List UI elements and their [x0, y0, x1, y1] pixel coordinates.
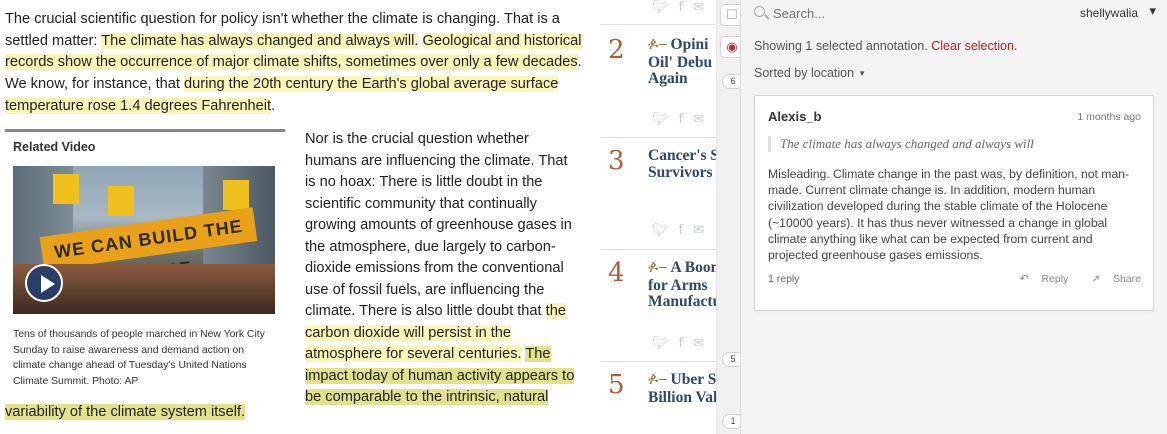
selection-text: Showing 1 selected annotation. — [754, 39, 928, 53]
facebook-icon[interactable]: f — [679, 112, 684, 127]
reply-icon: ↶ — [1019, 273, 1029, 285]
text: Nor is the crucial question whether huma… — [305, 131, 572, 319]
annotation-highlight[interactable]: The climate has always changed and alway… — [101, 32, 419, 49]
search-input[interactable] — [773, 4, 953, 22]
video-thumbnail[interactable]: WE CAN BUILD THE FUTURE — [13, 166, 275, 314]
email-icon[interactable]: ✉ — [693, 0, 704, 15]
text: . — [271, 97, 276, 114]
play-icon[interactable] — [25, 264, 63, 302]
sort-label: Sorted by location — [754, 66, 855, 80]
facebook-icon[interactable]: f — [679, 336, 684, 351]
share-label: Share — [1112, 273, 1141, 285]
caret-down-icon: ▼ — [858, 69, 866, 79]
annotation-card[interactable]: Alexis_b 1 months ago The climate has al… — [754, 95, 1154, 311]
flag-image — [223, 180, 249, 210]
user-menu[interactable]: shellywalia — [1080, 6, 1138, 20]
reply-button[interactable]: ↶ Reply — [1010, 273, 1069, 285]
annotation-highlight-selected[interactable]: variability of the climate system itself… — [5, 404, 246, 420]
related-video: Related Video — [5, 129, 285, 154]
facebook-icon[interactable]: f — [679, 223, 684, 238]
sort-dropdown[interactable]: Sorted by location ▼ — [754, 66, 866, 80]
article-paragraph-1: The crucial scientific question for poli… — [5, 9, 583, 118]
email-icon[interactable]: ✉ — [693, 336, 704, 351]
reply-count-link[interactable]: 1 reply — [768, 273, 800, 285]
twitter-icon[interactable]: 🐦︎ — [652, 223, 669, 238]
email-icon[interactable]: ✉ — [693, 223, 704, 238]
related-video-title: Related Video — [13, 140, 96, 154]
twitter-icon[interactable]: 🐦︎ — [652, 336, 669, 351]
flag-image — [53, 174, 79, 204]
article: The crucial scientific question for poli… — [0, 0, 600, 434]
twitter-icon[interactable]: 🐦︎ — [652, 112, 669, 127]
article-paragraph-tail: variability of the climate system itself… — [5, 402, 246, 423]
chevron-down-icon[interactable]: ▾ — [1149, 3, 1156, 19]
flag-image — [108, 186, 134, 216]
rank-number: 4 — [608, 258, 625, 288]
annotation-quote: The climate has always changed and alway… — [768, 136, 1138, 152]
reply-label: Reply — [1041, 273, 1069, 285]
selection-status: Showing 1 selected annotation. Clear sel… — [754, 39, 1017, 53]
article-paragraph-2: Nor is the crucial question whether huma… — [305, 129, 580, 409]
annotation-actions: ↶ Reply ↗ Share — [1000, 273, 1141, 285]
key-icon: ⶍ─ — [648, 373, 667, 388]
share-button[interactable]: ↗ Share — [1081, 273, 1141, 285]
share-icon: ↗ — [1091, 273, 1101, 285]
annotation-timestamp[interactable]: 1 months ago — [1077, 111, 1141, 123]
facebook-icon[interactable]: f — [679, 0, 684, 15]
twitter-icon[interactable]: 🐦︎ — [652, 0, 669, 15]
rank-number: 3 — [608, 146, 625, 176]
annotation-author[interactable]: Alexis_b — [768, 109, 821, 124]
annotation-sidebar: shellywalia ▾ Showing 1 selected annotat… — [740, 0, 1167, 434]
clear-selection-link[interactable]: Clear selection. — [931, 39, 1017, 53]
email-icon[interactable]: ✉ — [693, 112, 704, 127]
text — [418, 33, 422, 49]
video-caption: Tens of thousands of people marched in N… — [13, 329, 265, 387]
rank-number: 2 — [608, 35, 625, 65]
key-icon: ⶍ─ — [648, 261, 667, 276]
key-icon: ⶍ─ — [648, 38, 667, 53]
annotation-body: Misleading. Climate change in the past w… — [768, 167, 1130, 263]
search-icon — [754, 6, 765, 17]
rank-number: 5 — [608, 370, 625, 400]
sidebar-toolbar: shellywalia ▾ — [741, 0, 1167, 30]
